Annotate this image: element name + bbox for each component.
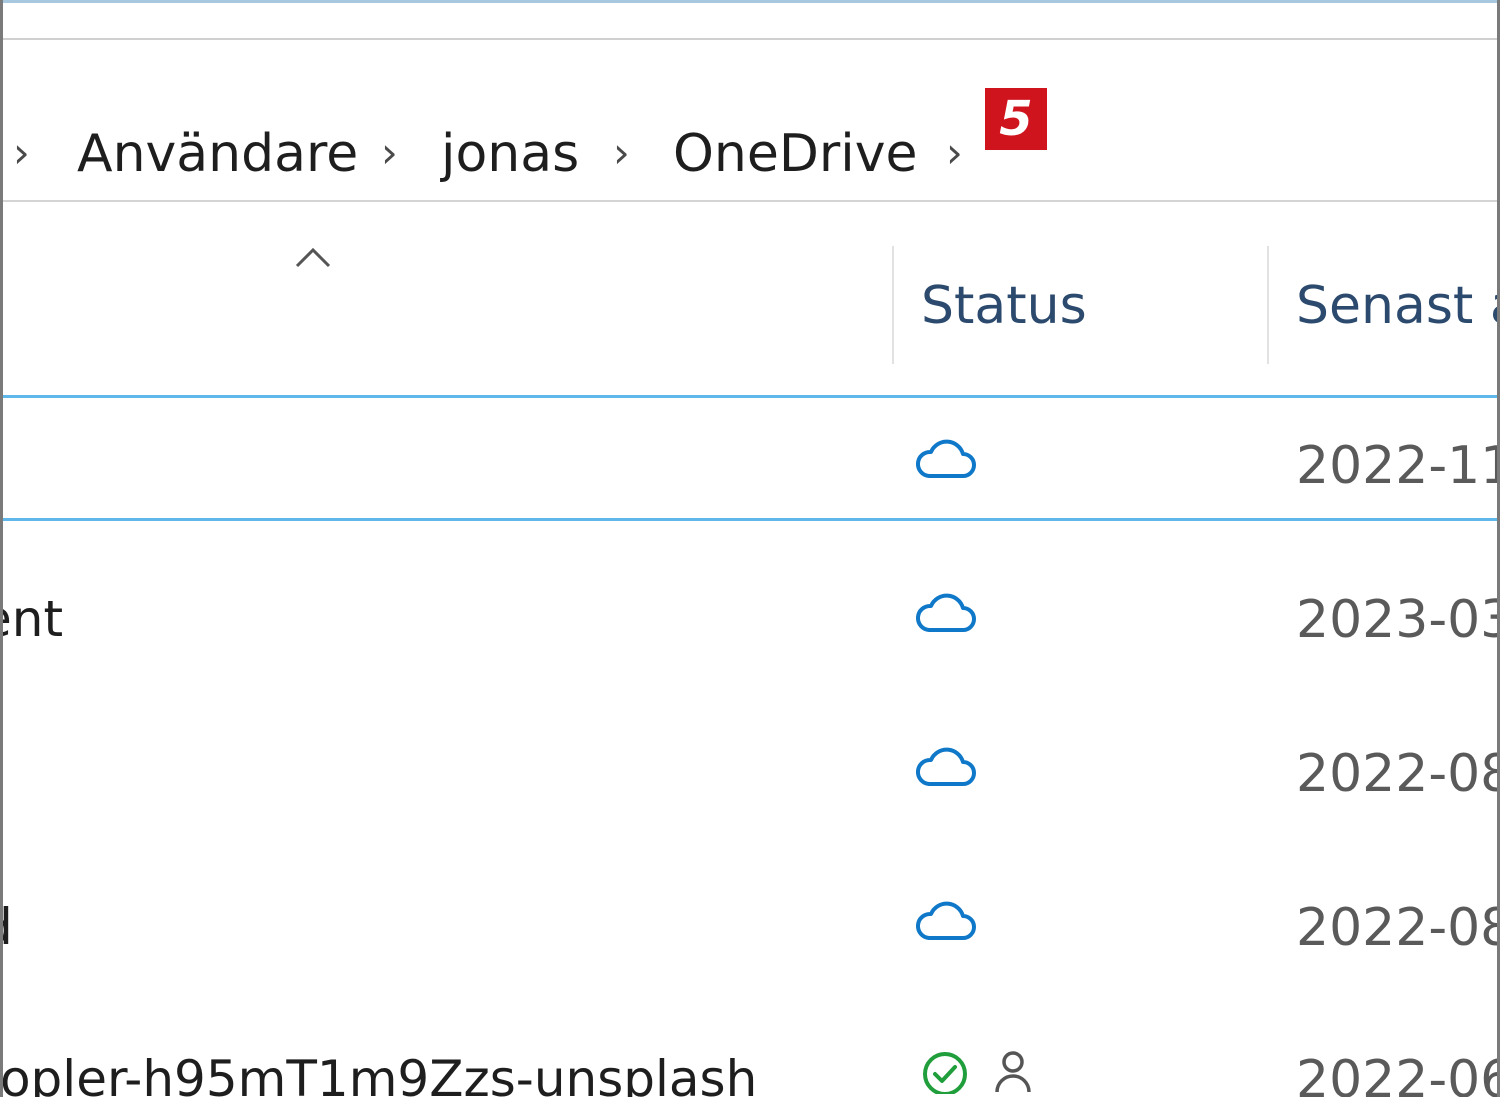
- breadcrumb-item-onedrive[interactable]: OneDrive: [673, 128, 918, 180]
- date-modified: 2022-08: [1296, 898, 1500, 958]
- sort-ascending-icon[interactable]: [295, 244, 331, 268]
- date-modified: 2022-08: [1296, 744, 1500, 804]
- step-number-badge: 5: [985, 88, 1047, 150]
- date-modified: 2023-03: [1296, 590, 1500, 650]
- breadcrumb-item-jonas[interactable]: jonas: [441, 128, 579, 180]
- date-modified: 2022-06: [1296, 1050, 1500, 1097]
- file-name[interactable]: d: [3, 902, 13, 952]
- shared-person-icon: [995, 1051, 1031, 1093]
- column-header-modified[interactable]: Senast ä: [1296, 280, 1497, 332]
- chevron-right-icon[interactable]: ›: [13, 132, 30, 174]
- cloud-icon: [916, 593, 976, 632]
- table-row[interactable]: [3, 858, 1497, 984]
- table-row[interactable]: [3, 704, 1497, 830]
- file-name[interactable]: -opler-h95mT1m9Zzs-unsplash: [3, 1054, 757, 1097]
- chevron-right-icon[interactable]: ›: [613, 132, 630, 174]
- cloud-icon: [916, 439, 976, 478]
- check-circle-icon: [923, 1052, 967, 1094]
- column-header-row: [3, 204, 1497, 396]
- column-header-status[interactable]: Status: [921, 280, 1087, 332]
- file-explorer-window: › Användare › jonas › OneDrive › 5 Statu…: [0, 0, 1500, 1097]
- column-divider[interactable]: [892, 246, 894, 364]
- table-row[interactable]: [3, 550, 1497, 676]
- address-bar[interactable]: › Användare › jonas › OneDrive ›: [3, 40, 1497, 202]
- table-row[interactable]: [3, 395, 1497, 521]
- file-name[interactable]: ent: [3, 594, 63, 644]
- breadcrumb-item-anvandare[interactable]: Användare: [77, 128, 358, 180]
- chevron-right-icon[interactable]: ›: [381, 132, 398, 174]
- date-modified: 2022-11: [1296, 436, 1500, 496]
- cloud-icon: [916, 747, 976, 786]
- cloud-icon: [916, 901, 976, 940]
- column-divider[interactable]: [1267, 246, 1269, 364]
- toolbar-strip: [3, 0, 1497, 40]
- chevron-right-icon[interactable]: ›: [946, 132, 963, 174]
